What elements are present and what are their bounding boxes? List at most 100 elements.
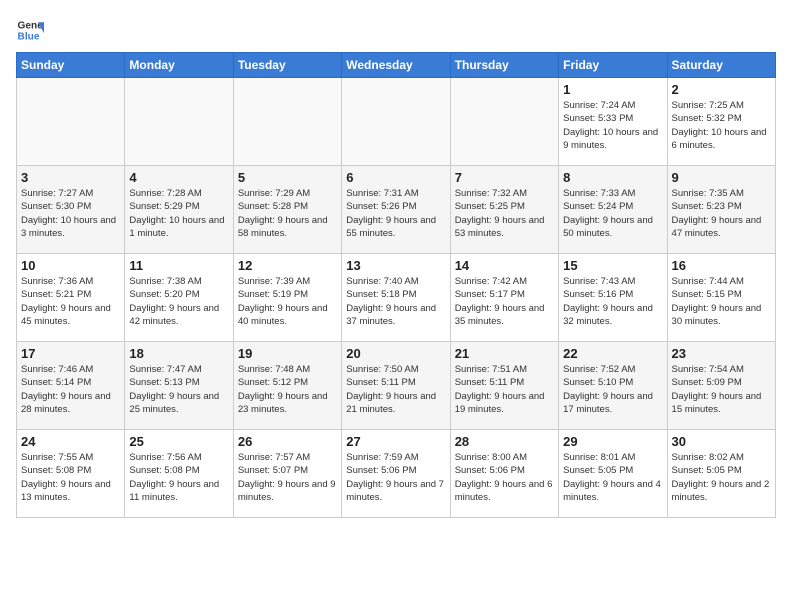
day-cell: 1 Sunrise: 7:24 AMSunset: 5:33 PMDaylight… bbox=[559, 78, 667, 166]
week-row-1: 1 Sunrise: 7:24 AMSunset: 5:33 PMDaylight… bbox=[17, 78, 776, 166]
day-info: Sunrise: 7:46 AMSunset: 5:14 PMDaylight:… bbox=[21, 363, 120, 416]
day-info: Sunrise: 7:24 AMSunset: 5:33 PMDaylight:… bbox=[563, 99, 662, 152]
day-number: 10 bbox=[21, 258, 120, 273]
calendar-table: SundayMondayTuesdayWednesdayThursdayFrid… bbox=[16, 52, 776, 518]
day-info: Sunrise: 7:33 AMSunset: 5:24 PMDaylight:… bbox=[563, 187, 662, 240]
day-cell: 5 Sunrise: 7:29 AMSunset: 5:28 PMDaylight… bbox=[233, 166, 341, 254]
day-info: Sunrise: 7:51 AMSunset: 5:11 PMDaylight:… bbox=[455, 363, 554, 416]
week-row-3: 10 Sunrise: 7:36 AMSunset: 5:21 PMDayligh… bbox=[17, 254, 776, 342]
day-number: 3 bbox=[21, 170, 120, 185]
day-cell: 6 Sunrise: 7:31 AMSunset: 5:26 PMDaylight… bbox=[342, 166, 450, 254]
day-number: 8 bbox=[563, 170, 662, 185]
day-number: 7 bbox=[455, 170, 554, 185]
day-number: 9 bbox=[672, 170, 771, 185]
header-cell-thursday: Thursday bbox=[450, 53, 558, 78]
day-info: Sunrise: 7:44 AMSunset: 5:15 PMDaylight:… bbox=[672, 275, 771, 328]
day-cell: 11Sunrise: 7:38 AMSunset: 5:20 PMDayligh… bbox=[125, 254, 233, 342]
day-number: 12 bbox=[238, 258, 337, 273]
week-row-5: 24Sunrise: 7:55 AMSunset: 5:08 PMDayligh… bbox=[17, 430, 776, 518]
day-cell: 28 Sunrise: 8:00 AMSunset: 5:06 PMDayligh… bbox=[450, 430, 558, 518]
day-number: 13 bbox=[346, 258, 445, 273]
day-cell: 4Sunrise: 7:28 AMSunset: 5:29 PMDaylight… bbox=[125, 166, 233, 254]
day-info: Sunrise: 8:00 AMSunset: 5:06 PMDaylight:… bbox=[455, 451, 554, 504]
day-cell: 9 Sunrise: 7:35 AMSunset: 5:23 PMDaylight… bbox=[667, 166, 775, 254]
day-number: 5 bbox=[238, 170, 337, 185]
day-cell bbox=[342, 78, 450, 166]
day-number: 28 bbox=[455, 434, 554, 449]
day-cell: 15 Sunrise: 7:43 AMSunset: 5:16 PMDayligh… bbox=[559, 254, 667, 342]
day-number: 24 bbox=[21, 434, 120, 449]
day-number: 2 bbox=[672, 82, 771, 97]
day-number: 30 bbox=[672, 434, 771, 449]
svg-text:Blue: Blue bbox=[18, 31, 40, 42]
day-cell: 30 Sunrise: 8:02 AMSunset: 5:05 PMDayligh… bbox=[667, 430, 775, 518]
day-number: 16 bbox=[672, 258, 771, 273]
day-cell: 29Sunrise: 8:01 AMSunset: 5:05 PMDayligh… bbox=[559, 430, 667, 518]
day-info: Sunrise: 7:32 AMSunset: 5:25 PMDaylight:… bbox=[455, 187, 554, 240]
day-cell bbox=[125, 78, 233, 166]
day-cell: 26 Sunrise: 7:57 AMSunset: 5:07 PMDayligh… bbox=[233, 430, 341, 518]
day-number: 18 bbox=[129, 346, 228, 361]
day-info: Sunrise: 7:52 AMSunset: 5:10 PMDaylight:… bbox=[563, 363, 662, 416]
day-cell: 25 Sunrise: 7:56 AMSunset: 5:08 PMDayligh… bbox=[125, 430, 233, 518]
day-cell: 18 Sunrise: 7:47 AMSunset: 5:13 PMDayligh… bbox=[125, 342, 233, 430]
day-info: Sunrise: 7:27 AMSunset: 5:30 PMDaylight:… bbox=[21, 187, 120, 240]
day-info: Sunrise: 7:31 AMSunset: 5:26 PMDaylight:… bbox=[346, 187, 445, 240]
day-cell: 13 Sunrise: 7:40 AMSunset: 5:18 PMDayligh… bbox=[342, 254, 450, 342]
day-info: Sunrise: 7:36 AMSunset: 5:21 PMDaylight:… bbox=[21, 275, 120, 328]
day-info: Sunrise: 7:48 AMSunset: 5:12 PMDaylight:… bbox=[238, 363, 337, 416]
logo: General Blue bbox=[16, 16, 52, 44]
day-number: 14 bbox=[455, 258, 554, 273]
day-info: Sunrise: 7:54 AMSunset: 5:09 PMDaylight:… bbox=[672, 363, 771, 416]
header-cell-tuesday: Tuesday bbox=[233, 53, 341, 78]
day-info: Sunrise: 7:28 AMSunset: 5:29 PMDaylight:… bbox=[129, 187, 228, 240]
day-cell bbox=[450, 78, 558, 166]
day-cell: 24Sunrise: 7:55 AMSunset: 5:08 PMDayligh… bbox=[17, 430, 125, 518]
day-info: Sunrise: 7:56 AMSunset: 5:08 PMDaylight:… bbox=[129, 451, 228, 504]
day-number: 26 bbox=[238, 434, 337, 449]
day-number: 11 bbox=[129, 258, 228, 273]
week-row-2: 3 Sunrise: 7:27 AMSunset: 5:30 PMDaylight… bbox=[17, 166, 776, 254]
day-number: 1 bbox=[563, 82, 662, 97]
day-number: 6 bbox=[346, 170, 445, 185]
header-cell-wednesday: Wednesday bbox=[342, 53, 450, 78]
header-cell-saturday: Saturday bbox=[667, 53, 775, 78]
day-number: 27 bbox=[346, 434, 445, 449]
calendar-header-row: SundayMondayTuesdayWednesdayThursdayFrid… bbox=[17, 53, 776, 78]
day-info: Sunrise: 7:59 AMSunset: 5:06 PMDaylight:… bbox=[346, 451, 445, 504]
day-number: 23 bbox=[672, 346, 771, 361]
day-info: Sunrise: 7:47 AMSunset: 5:13 PMDaylight:… bbox=[129, 363, 228, 416]
day-cell: 17 Sunrise: 7:46 AMSunset: 5:14 PMDayligh… bbox=[17, 342, 125, 430]
day-cell: 19 Sunrise: 7:48 AMSunset: 5:12 PMDayligh… bbox=[233, 342, 341, 430]
day-cell: 12Sunrise: 7:39 AMSunset: 5:19 PMDayligh… bbox=[233, 254, 341, 342]
day-cell: 21 Sunrise: 7:51 AMSunset: 5:11 PMDayligh… bbox=[450, 342, 558, 430]
day-number: 21 bbox=[455, 346, 554, 361]
day-cell: 22 Sunrise: 7:52 AMSunset: 5:10 PMDayligh… bbox=[559, 342, 667, 430]
day-info: Sunrise: 7:40 AMSunset: 5:18 PMDaylight:… bbox=[346, 275, 445, 328]
day-cell: 3 Sunrise: 7:27 AMSunset: 5:30 PMDaylight… bbox=[17, 166, 125, 254]
day-number: 17 bbox=[21, 346, 120, 361]
day-number: 19 bbox=[238, 346, 337, 361]
day-cell bbox=[17, 78, 125, 166]
day-number: 22 bbox=[563, 346, 662, 361]
day-cell bbox=[233, 78, 341, 166]
day-info: Sunrise: 8:02 AMSunset: 5:05 PMDaylight:… bbox=[672, 451, 771, 504]
day-number: 25 bbox=[129, 434, 228, 449]
header-cell-friday: Friday bbox=[559, 53, 667, 78]
week-row-4: 17 Sunrise: 7:46 AMSunset: 5:14 PMDayligh… bbox=[17, 342, 776, 430]
header-cell-sunday: Sunday bbox=[17, 53, 125, 78]
day-cell: 23 Sunrise: 7:54 AMSunset: 5:09 PMDayligh… bbox=[667, 342, 775, 430]
logo-icon: General Blue bbox=[16, 16, 44, 44]
day-info: Sunrise: 7:25 AMSunset: 5:32 PMDaylight:… bbox=[672, 99, 771, 152]
day-cell: 2 Sunrise: 7:25 AMSunset: 5:32 PMDaylight… bbox=[667, 78, 775, 166]
day-info: Sunrise: 7:57 AMSunset: 5:07 PMDaylight:… bbox=[238, 451, 337, 504]
day-info: Sunrise: 7:43 AMSunset: 5:16 PMDaylight:… bbox=[563, 275, 662, 328]
header-cell-monday: Monday bbox=[125, 53, 233, 78]
day-cell: 27 Sunrise: 7:59 AMSunset: 5:06 PMDayligh… bbox=[342, 430, 450, 518]
day-cell: 14Sunrise: 7:42 AMSunset: 5:17 PMDayligh… bbox=[450, 254, 558, 342]
day-info: Sunrise: 7:29 AMSunset: 5:28 PMDaylight:… bbox=[238, 187, 337, 240]
day-cell: 7 Sunrise: 7:32 AMSunset: 5:25 PMDaylight… bbox=[450, 166, 558, 254]
day-number: 15 bbox=[563, 258, 662, 273]
day-info: Sunrise: 7:35 AMSunset: 5:23 PMDaylight:… bbox=[672, 187, 771, 240]
day-info: Sunrise: 8:01 AMSunset: 5:05 PMDaylight:… bbox=[563, 451, 662, 504]
